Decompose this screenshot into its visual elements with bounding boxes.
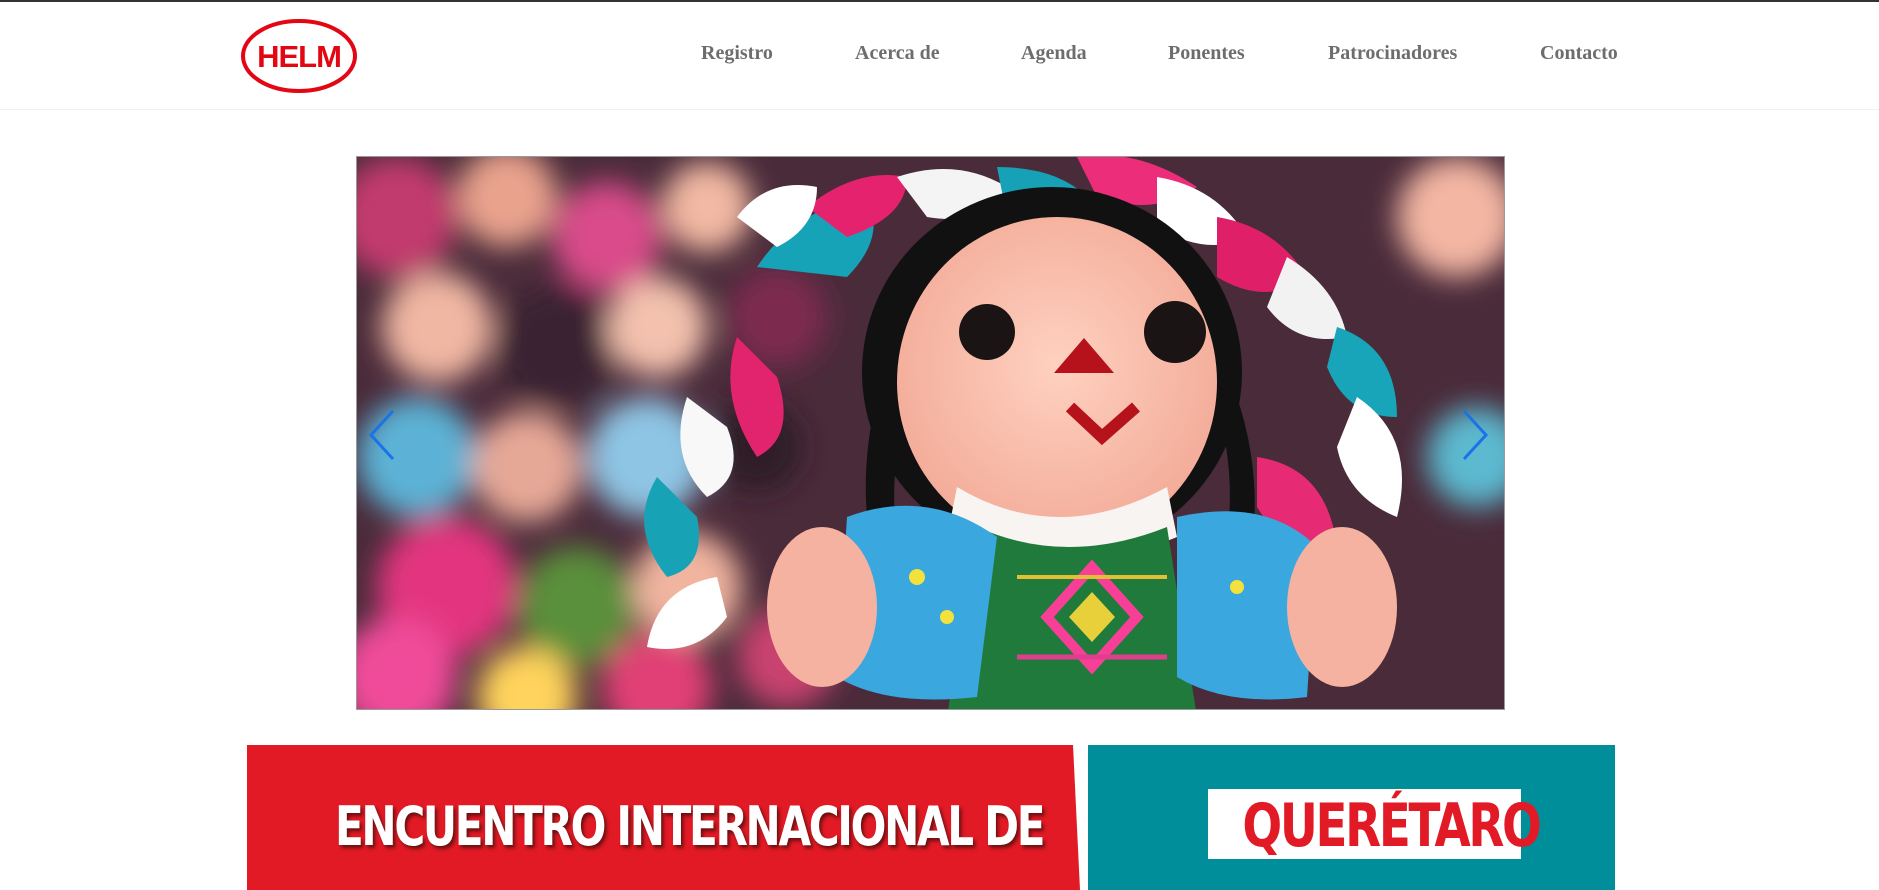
- carousel-slide-image: [357, 157, 1504, 709]
- site-header: HELM Registro Acerca de Agenda Ponentes …: [0, 2, 1879, 110]
- carousel-next-button[interactable]: [1454, 405, 1494, 465]
- city-label-box: QUERÉTARO: [1208, 789, 1542, 861]
- event-location-banner: QUERÉTARO: [1088, 745, 1615, 890]
- hero-carousel[interactable]: [356, 156, 1505, 710]
- nav-agenda[interactable]: Agenda: [1021, 42, 1087, 65]
- chevron-right-icon: [1462, 409, 1489, 461]
- nav-registro[interactable]: Registro: [701, 42, 773, 65]
- main-nav: Registro Acerca de Agenda Ponentes Patro…: [0, 2, 1879, 109]
- nav-contacto[interactable]: Contacto: [1540, 42, 1618, 65]
- nav-ponentes[interactable]: Ponentes: [1168, 42, 1245, 65]
- carousel-prev-button[interactable]: [365, 405, 405, 465]
- city-label: QUERÉTARO: [1242, 791, 1541, 861]
- nav-patrocinadores[interactable]: Patrocinadores: [1328, 42, 1457, 65]
- event-title-banner: ENCUENTRO INTERNACIONAL DE: [247, 745, 1080, 890]
- event-title-line1: ENCUENTRO INTERNACIONAL DE: [335, 795, 1045, 858]
- chevron-left-icon: [368, 409, 395, 461]
- nav-acerca-de[interactable]: Acerca de: [855, 42, 940, 65]
